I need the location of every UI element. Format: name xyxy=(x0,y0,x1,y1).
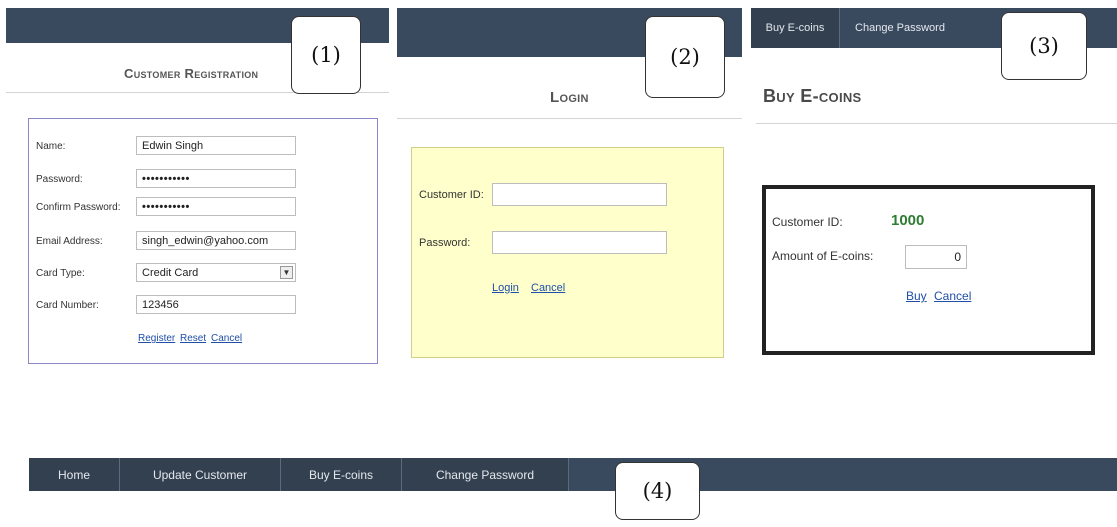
buy-customer-id-label: Customer ID: xyxy=(772,215,843,229)
amount-label: Amount of E-coins: xyxy=(772,249,874,263)
login-password-input[interactable] xyxy=(492,231,667,254)
main-menu-bar: Home Update Customer Buy E-coins Change … xyxy=(29,458,1117,491)
email-input[interactable]: singh_edwin@yahoo.com xyxy=(136,231,296,250)
menu-separator xyxy=(568,458,569,491)
cancel-link[interactable]: Cancel xyxy=(211,333,242,344)
login-link[interactable]: Login xyxy=(492,282,519,294)
name-label: Name: xyxy=(36,141,66,152)
login-customer-id-input[interactable] xyxy=(492,183,667,206)
amount-input[interactable]: 0 xyxy=(905,245,967,269)
card-type-value: Credit Card xyxy=(142,266,199,279)
login-customer-id-label: Customer ID: xyxy=(419,189,484,201)
card-number-label: Card Number: xyxy=(36,300,99,311)
register-link[interactable]: Register xyxy=(138,333,175,344)
login-cancel-link[interactable]: Cancel xyxy=(531,282,565,294)
registration-title: Customer Registration xyxy=(124,66,259,81)
nav-buy-ecoins[interactable]: Buy E-coins xyxy=(751,8,839,48)
confirm-password-label: Confirm Password: xyxy=(36,202,121,213)
buy-title: Buy E-coins xyxy=(763,86,862,106)
confirm-password-input[interactable]: ••••••••••• xyxy=(136,197,296,216)
menu-item-buy-ecoins[interactable]: Buy E-coins xyxy=(281,458,401,491)
card-type-select[interactable]: Credit Card ▼ xyxy=(136,263,296,282)
buy-customer-id-value: 1000 xyxy=(891,212,925,229)
menu-item-change-password[interactable]: Change Password xyxy=(402,458,568,491)
buy-title-divider xyxy=(756,123,1117,124)
email-label: Email Address: xyxy=(36,236,103,247)
name-input[interactable]: Edwin Singh xyxy=(136,136,296,155)
card-number-input[interactable]: 123456 xyxy=(136,295,296,314)
callout-2: (2) xyxy=(645,16,725,98)
callout-1: (1) xyxy=(291,16,361,94)
buy-link[interactable]: Buy xyxy=(906,289,927,303)
reset-link[interactable]: Reset xyxy=(180,333,206,344)
menu-item-update-customer[interactable]: Update Customer xyxy=(120,458,280,491)
password-label: Password: xyxy=(36,174,83,185)
nav-change-password[interactable]: Change Password xyxy=(840,8,960,48)
password-input[interactable]: ••••••••••• xyxy=(136,169,296,188)
login-title-divider xyxy=(397,118,742,119)
menu-item-home[interactable]: Home xyxy=(29,458,119,491)
buy-cancel-link[interactable]: Cancel xyxy=(934,289,971,303)
dropdown-arrow-icon[interactable]: ▼ xyxy=(280,266,293,279)
login-title: Login xyxy=(550,89,589,106)
card-type-label: Card Type: xyxy=(36,268,85,279)
buy-panel xyxy=(762,185,1095,355)
callout-4: (4) xyxy=(615,462,700,520)
callout-3: (3) xyxy=(1001,12,1087,80)
login-password-label: Password: xyxy=(419,237,471,249)
